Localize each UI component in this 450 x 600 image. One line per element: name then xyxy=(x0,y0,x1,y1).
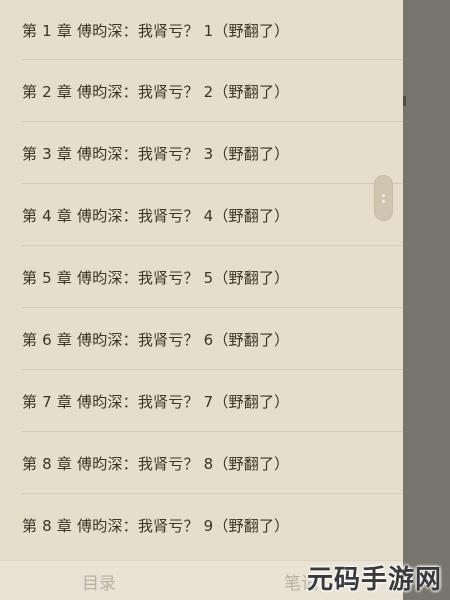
tab-table-of-contents[interactable]: 目录 xyxy=(82,561,116,600)
tab-toc-label: 目录 xyxy=(82,573,116,594)
grip-dot xyxy=(382,200,385,203)
chapter-title: 第 3 章 傅昀深：我肾亏？ 3（野翻了） xyxy=(22,144,290,163)
scroll-handle[interactable] xyxy=(374,175,393,221)
chapter-item-8[interactable]: 第 8 章 傅昀深：我肾亏？ 8（野翻了） xyxy=(0,432,403,494)
chapter-item-1[interactable]: 第 1 章 傅昀深：我肾亏？ 1（野翻了） xyxy=(0,0,403,60)
chapter-title: 第 8 章 傅昀深：我肾亏？ 8（野翻了） xyxy=(22,454,290,473)
chapter-item-5[interactable]: 第 5 章 傅昀深：我肾亏？ 5（野翻了） xyxy=(0,246,403,308)
chapter-item-7[interactable]: 第 7 章 傅昀深：我肾亏？ 7（野翻了） xyxy=(0,370,403,432)
chapter-title: 第 7 章 傅昀深：我肾亏？ 7（野翻了） xyxy=(22,392,290,411)
grip-dot xyxy=(382,194,385,197)
chapter-drawer: 第 1 章 傅昀深：我肾亏？ 1（野翻了） 第 2 章 傅昀深：我肾亏？ 2（野… xyxy=(0,0,403,560)
watermark-text: 元码手游网 xyxy=(306,564,442,595)
chapter-title: 第 1 章 傅昀深：我肾亏？ 1（野翻了） xyxy=(22,21,290,40)
chapter-title: 第 2 章 傅昀深：我肾亏？ 2（野翻了） xyxy=(22,82,290,101)
chapter-list: 第 1 章 傅昀深：我肾亏？ 1（野翻了） 第 2 章 傅昀深：我肾亏？ 2（野… xyxy=(0,0,403,560)
chapter-title: 第 5 章 傅昀深：我肾亏？ 5（野翻了） xyxy=(22,268,290,287)
chapter-item-3[interactable]: 第 3 章 傅昀深：我肾亏？ 3（野翻了） xyxy=(0,122,403,184)
chapter-item-4[interactable]: 第 4 章 傅昀深：我肾亏？ 4（野翻了） xyxy=(0,184,403,246)
chapter-title: 第 8 章 傅昀深：我肾亏？ 9（野翻了） xyxy=(22,516,290,535)
chapter-item-2[interactable]: 第 2 章 傅昀深：我肾亏？ 2（野翻了） xyxy=(0,60,403,122)
drawer-edge-marker xyxy=(403,96,406,106)
chapter-title: 第 4 章 傅昀深：我肾亏？ 4（野翻了） xyxy=(22,206,290,225)
chapter-item-9[interactable]: 第 8 章 傅昀深：我肾亏？ 9（野翻了） xyxy=(0,494,403,556)
site-watermark: 元码手游网 xyxy=(306,560,442,595)
chapter-title: 第 6 章 傅昀深：我肾亏？ 6（野翻了） xyxy=(22,330,290,349)
chapter-item-6[interactable]: 第 6 章 傅昀深：我肾亏？ 6（野翻了） xyxy=(0,308,403,370)
